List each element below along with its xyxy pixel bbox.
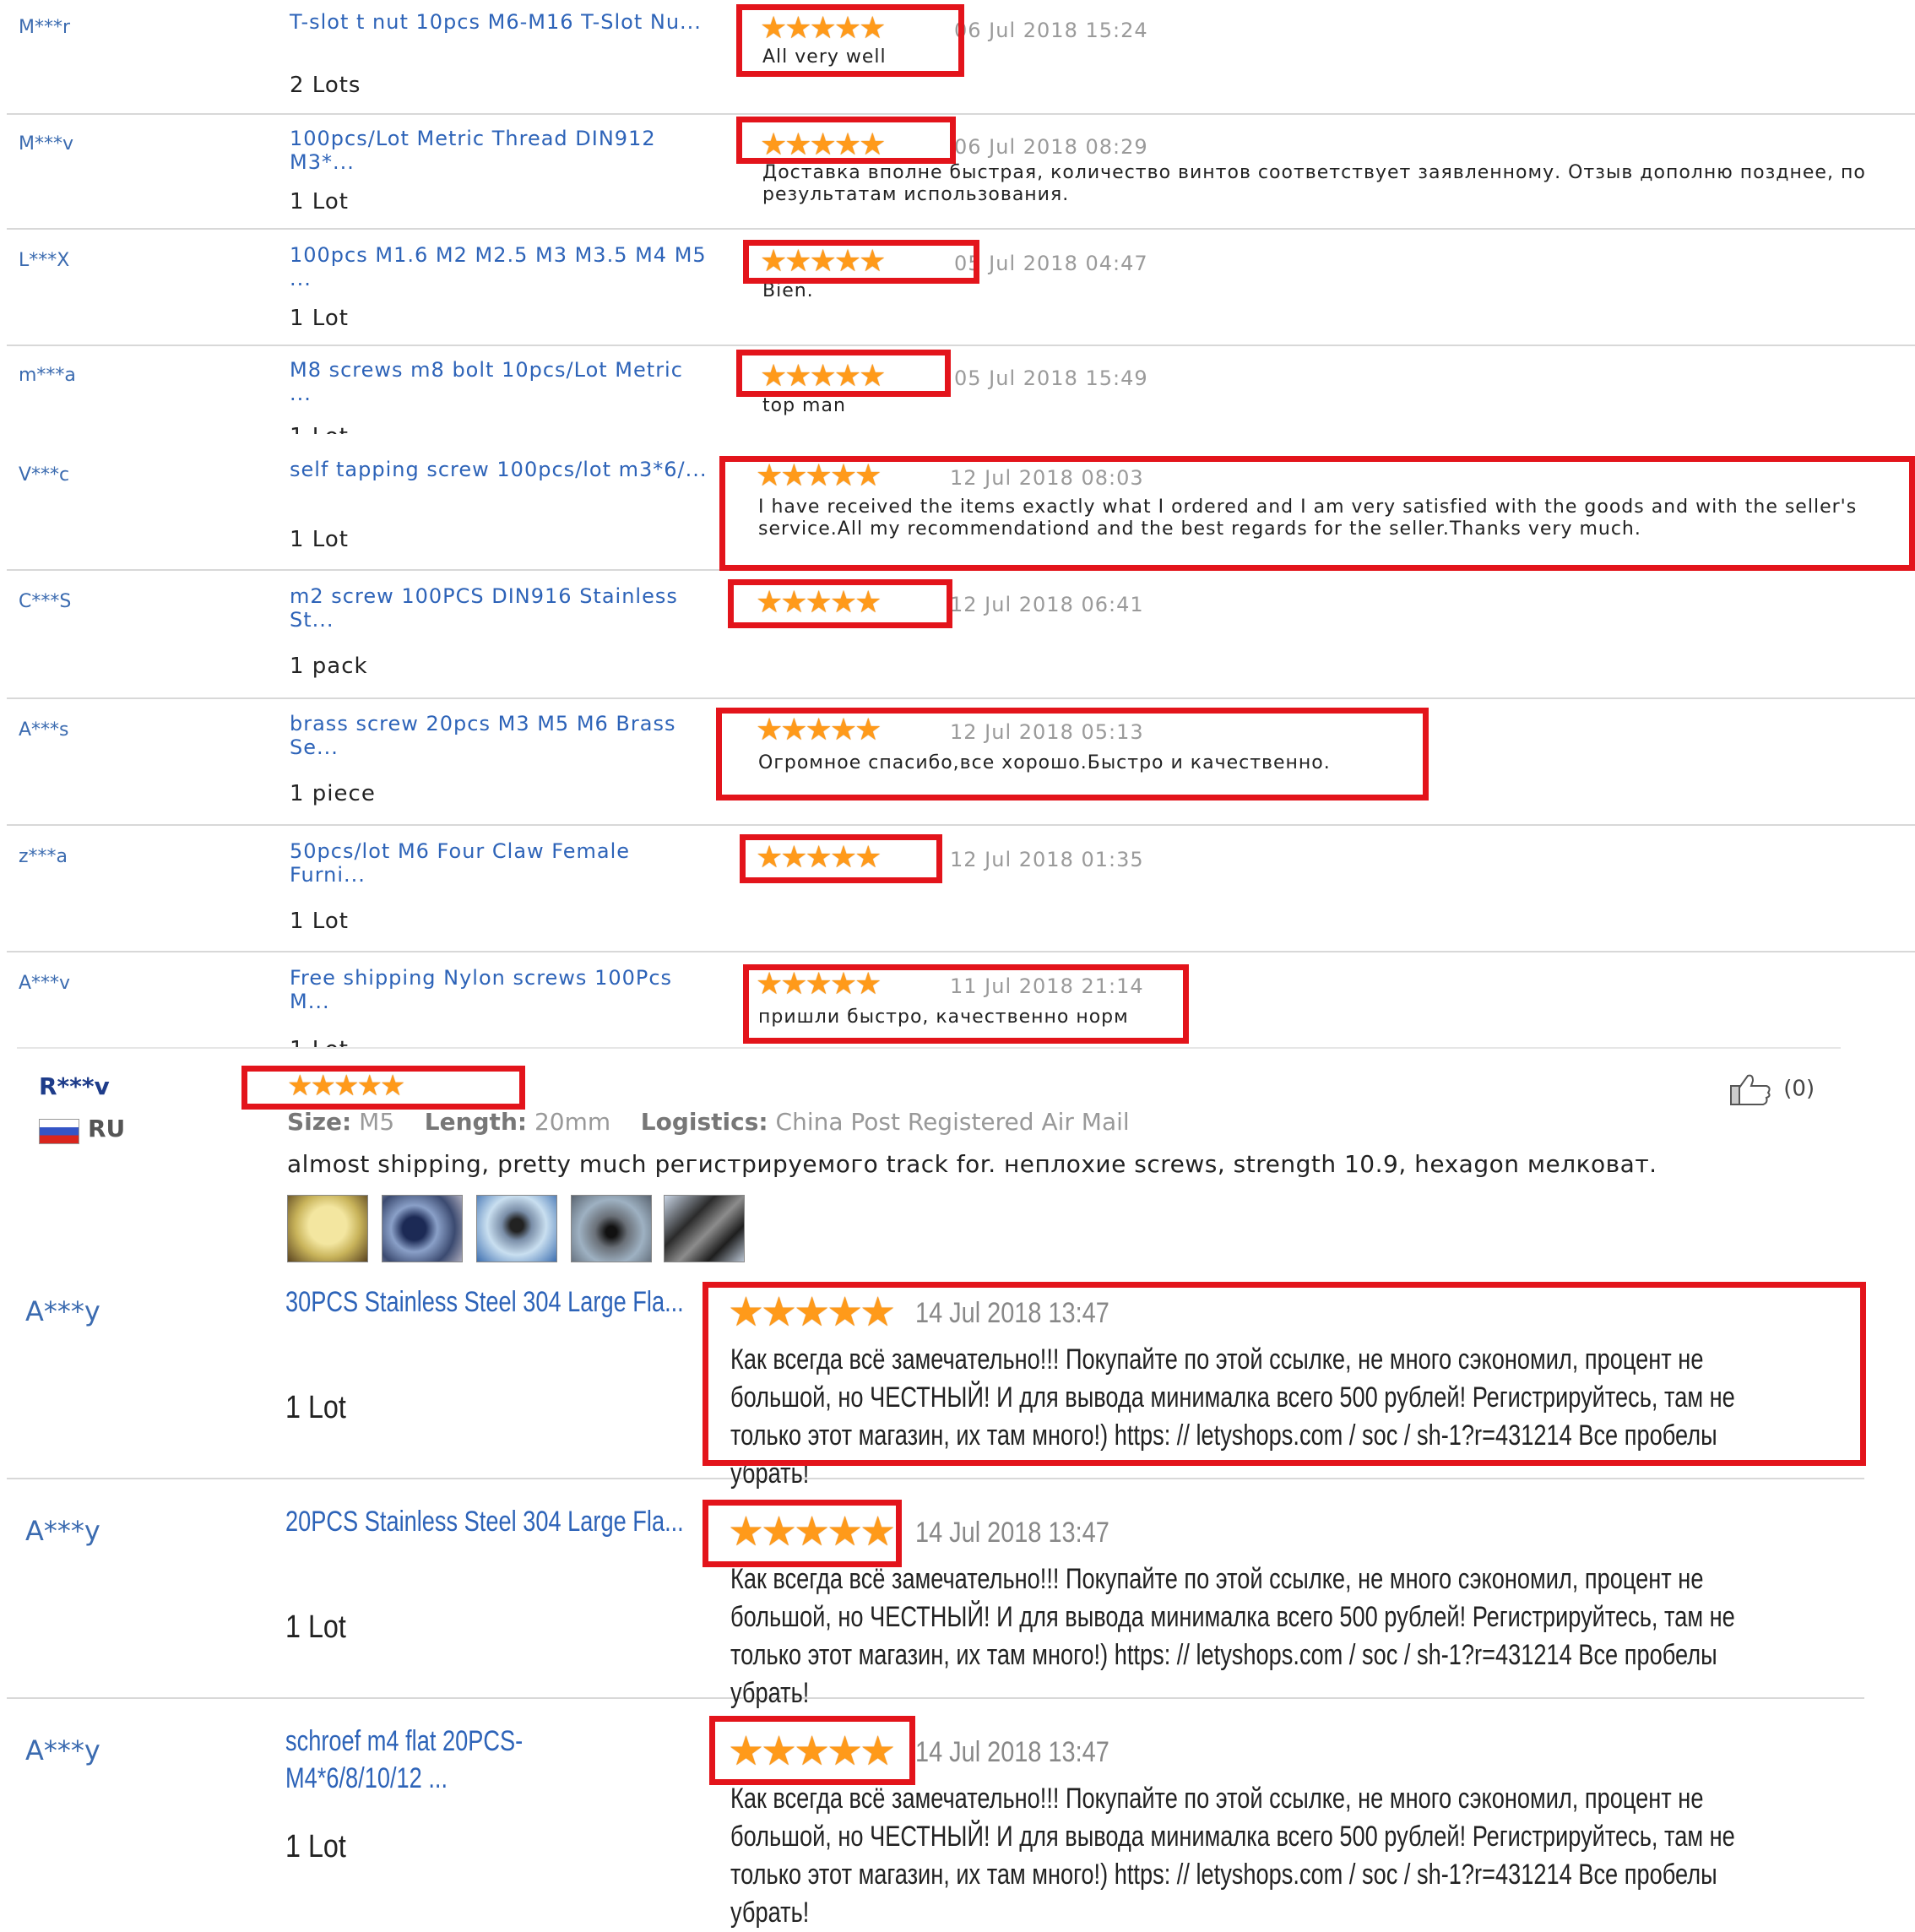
highlight-box	[709, 1716, 915, 1785]
feedback-date: 05 Jul 2018 15:49	[954, 366, 1148, 390]
size-label: Size:	[287, 1108, 352, 1136]
buyer-name: L***X	[19, 250, 70, 271]
product-link[interactable]: schroef m4 flat 20PCS-M4*6/8/10/12 ...	[285, 1723, 583, 1797]
feedback-date: 05 Jul 2018 04:47	[954, 252, 1148, 275]
buyer-name: A***s	[19, 719, 69, 741]
quantity: 1 Lot	[290, 306, 349, 331]
highlight-box	[716, 708, 1429, 800]
product-link[interactable]: m2 screw 100PCS DIN916 Stainless St...	[290, 584, 712, 632]
buyer-name: m***a	[19, 365, 76, 386]
russia-flag-icon	[39, 1119, 79, 1144]
product-link[interactable]: 50pcs/lot M6 Four Claw Female Furni...	[290, 839, 686, 887]
feedback-date: 12 Jul 2018 06:41	[950, 593, 1144, 616]
product-link[interactable]: M8 screws m8 bolt 10pcs/Lot Metric ...	[290, 358, 712, 405]
length-value: 20mm	[534, 1108, 611, 1136]
quantity: 1 Lot	[290, 1037, 349, 1047]
quantity: 1 Lot	[290, 909, 349, 934]
feedback-date: 14 Jul 2018 13:47	[915, 1736, 1109, 1768]
order-properties: Size: M5 Length: 20mm Logistics: China P…	[287, 1108, 1130, 1136]
feedback-date: 14 Jul 2018 13:47	[915, 1517, 1109, 1549]
buyer-name: M***v	[19, 133, 74, 155]
buyer-name: A***y	[25, 1515, 100, 1547]
feedback-text: Как всегда всё замечательно!!! Покупайте…	[730, 1563, 1735, 1709]
buyer-name: A***y	[25, 1734, 100, 1766]
feedback-date: 12 Jul 2018 01:35	[950, 848, 1144, 871]
buyer-name: A***y	[25, 1295, 100, 1327]
highlight-box	[703, 1500, 902, 1567]
buyer-name: C***S	[19, 591, 72, 612]
product-link[interactable]: 20PCS Stainless Steel 304 Large Fla...	[285, 1503, 691, 1540]
logistics-label: Logistics:	[640, 1108, 768, 1136]
feedback-date: 06 Jul 2018 08:29	[954, 135, 1148, 159]
highlight-box	[736, 117, 956, 164]
feedback-date: 06 Jul 2018 15:24	[954, 19, 1148, 42]
highlight-box	[728, 579, 952, 628]
review-photo[interactable]	[664, 1195, 745, 1262]
quantity: 1 Lot	[285, 1390, 346, 1425]
review-photo[interactable]	[382, 1195, 463, 1262]
thumbs-up-icon	[1730, 1074, 1771, 1105]
reviewer-name[interactable]: R***v	[39, 1072, 110, 1100]
highlight-box	[740, 834, 942, 883]
product-link[interactable]: 100pcs M1.6 M2 M2.5 M3 M3.5 M4 M5 ...	[290, 243, 712, 290]
highlight-box	[743, 240, 979, 284]
size-value: M5	[359, 1108, 395, 1136]
quantity: 1 Lot	[290, 527, 349, 552]
highlight-box	[241, 1066, 525, 1110]
review-photo[interactable]	[571, 1195, 652, 1262]
reviewer-country: RU	[88, 1115, 126, 1142]
quantity: 1 Lot	[290, 189, 349, 214]
logistics-value: China Post Registered Air Mail	[775, 1108, 1130, 1136]
product-link[interactable]: brass screw 20pcs M3 M5 M6 Brass Se...	[290, 712, 712, 759]
highlight-box	[736, 4, 964, 77]
helpful-count: (0)	[1783, 1076, 1815, 1102]
quantity: 1 Lot	[285, 1829, 346, 1864]
length-label: Length:	[424, 1108, 528, 1136]
highlight-box	[719, 456, 1915, 571]
feedback-text: Как всегда всё замечательно!!! Покупайте…	[730, 1783, 1735, 1929]
feedback-text: top man	[762, 395, 846, 416]
review-photo[interactable]	[287, 1195, 368, 1262]
product-link[interactable]: 30PCS Stainless Steel 304 Large Fla...	[285, 1283, 691, 1321]
highlight-box	[743, 964, 1189, 1044]
helpful-button[interactable]: (0)	[1729, 1072, 1815, 1106]
feedback-text: Доставка вполне быстрая, количество винт…	[762, 162, 1866, 205]
buyer-name: A***v	[19, 973, 71, 994]
quantity: 1 piece	[290, 781, 376, 806]
product-link[interactable]: 100pcs/Lot Metric Thread DIN912 M3*...	[290, 127, 686, 174]
highlight-box	[703, 1282, 1866, 1466]
highlight-box	[736, 350, 951, 397]
review-photo[interactable]	[476, 1195, 557, 1262]
quantity: 1 Lot	[290, 424, 349, 434]
quantity: 1 Lot	[285, 1609, 346, 1645]
product-link[interactable]: Free shipping Nylon screws 100Pcs M...	[290, 966, 686, 1013]
buyer-name: M***r	[19, 17, 71, 38]
buyer-name: z***a	[19, 846, 68, 867]
review-text: almost shipping, pretty much регистрируе…	[287, 1150, 1657, 1178]
product-link[interactable]: self tapping screw 100pcs/lot m3*6/...	[290, 458, 712, 481]
quantity: 1 pack	[290, 654, 368, 679]
product-link[interactable]: T-slot t nut 10pcs M6-M16 T-Slot Nu...	[290, 10, 712, 34]
quantity: 2 Lots	[290, 73, 361, 98]
buyer-name: V***c	[19, 464, 70, 486]
